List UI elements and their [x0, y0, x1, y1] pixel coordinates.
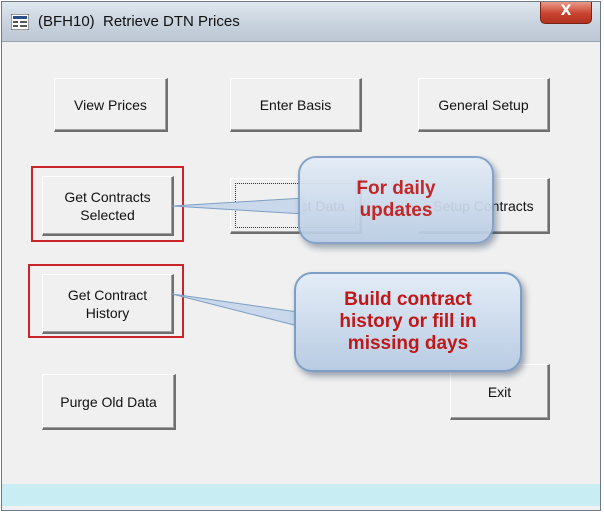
general-setup-button[interactable]: General Setup [418, 78, 550, 132]
enter-basis-label: Enter Basis [259, 96, 332, 113]
contract-history-callout: Build contract history or fill in missin… [294, 272, 522, 372]
daily-updates-callout-text: For daily updates [356, 178, 436, 221]
highlight-box-get-contracts-selected [31, 166, 184, 242]
client-area: View Prices Enter Basis General Setup Ge… [2, 42, 600, 484]
general-setup-label: General Setup [438, 96, 529, 113]
daily-updates-callout: For daily updates [298, 156, 494, 244]
purge-old-data-button[interactable]: Purge Old Data [42, 374, 176, 430]
view-prices-label: View Prices [74, 96, 147, 113]
app-window: (BFH10) Retrieve DTN Prices X View Price… [1, 1, 601, 511]
exit-label: Exit [487, 383, 512, 400]
exit-button[interactable]: Exit [450, 364, 550, 420]
view-prices-button[interactable]: View Prices [54, 78, 168, 132]
purge-old-data-label: Purge Old Data [60, 393, 157, 410]
title-bar[interactable]: (BFH10) Retrieve DTN Prices X [2, 2, 600, 42]
close-icon: X [560, 3, 572, 19]
status-strip [2, 484, 600, 506]
app-icon [11, 14, 29, 30]
close-button[interactable]: X [540, 2, 592, 24]
window-title: (BFH10) Retrieve DTN Prices [38, 13, 240, 30]
highlight-box-get-contract-history [28, 264, 184, 338]
contract-history-callout-text: Build contract history or fill in missin… [339, 289, 477, 354]
enter-basis-button[interactable]: Enter Basis [230, 78, 362, 132]
